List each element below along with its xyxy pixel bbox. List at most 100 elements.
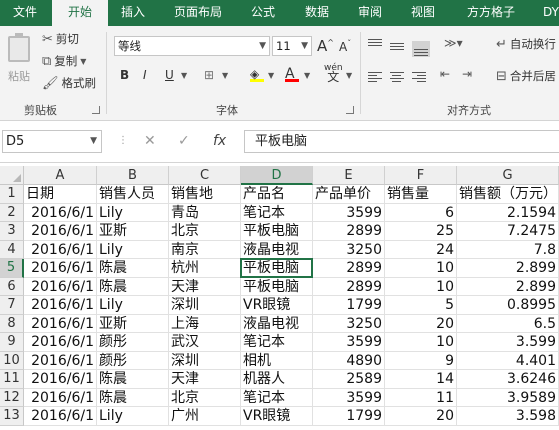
cell-a9[interactable]: 2016/6/1	[24, 333, 97, 352]
wrap-text-button[interactable]: ↵ 自动换行	[496, 36, 556, 52]
fill-color-icon[interactable]: ◈	[250, 67, 264, 82]
cell-c4[interactable]: 南京	[169, 240, 241, 259]
align-middle-icon[interactable]	[390, 41, 404, 52]
cell-b4[interactable]: Lily	[97, 240, 169, 259]
cell-b6[interactable]: 陈晨	[97, 277, 169, 296]
cell-b10[interactable]: 颜彤	[97, 351, 169, 370]
cell-a10[interactable]: 2016/6/1	[24, 351, 97, 370]
cell-d2[interactable]: 笔记本	[241, 203, 313, 222]
phonetic-icon[interactable]: wén 文	[324, 64, 343, 84]
cell-c1[interactable]: 销售地	[169, 185, 241, 204]
cell-a5[interactable]: 2016/6/1	[24, 259, 97, 278]
cell-g8[interactable]: 6.5	[457, 314, 559, 333]
cell-b7[interactable]: Lily	[97, 296, 169, 315]
cell-c3[interactable]: 北京	[169, 222, 241, 241]
cell-a13[interactable]: 2016/6/1	[24, 407, 97, 426]
decrease-indent-icon[interactable]: ⇤	[440, 67, 450, 81]
tab-page-layout[interactable]: 页面布局	[162, 0, 234, 26]
cell-d8[interactable]: 液晶电视	[241, 314, 313, 333]
cell-a2[interactable]: 2016/6/1	[24, 203, 97, 222]
row-header-1[interactable]: 1	[0, 185, 24, 204]
cell-d12[interactable]: 笔记本	[241, 388, 313, 407]
cell-c5[interactable]: 杭州	[169, 259, 241, 278]
cell-e2[interactable]: 3599	[313, 203, 385, 222]
cell-b11[interactable]: 陈晨	[97, 370, 169, 389]
select-all-corner[interactable]	[0, 166, 24, 185]
chevron-down-icon[interactable]: ▼	[346, 71, 352, 80]
cell-f5[interactable]: 10	[385, 259, 457, 278]
cancel-icon[interactable]: ✕	[144, 133, 156, 149]
cell-a7[interactable]: 2016/6/1	[24, 296, 97, 315]
cell-g4[interactable]: 7.8	[457, 240, 559, 259]
increase-font-icon[interactable]: A^	[317, 37, 334, 55]
cell-f2[interactable]: 6	[385, 203, 457, 222]
cell-d13[interactable]: VR眼镜	[241, 407, 313, 426]
cell-e3[interactable]: 2899	[313, 222, 385, 241]
column-header-e[interactable]: E	[313, 166, 385, 185]
paste-button[interactable]: 粘贴	[4, 32, 34, 92]
cell-b1[interactable]: 销售人员	[97, 185, 169, 204]
cell-f8[interactable]: 20	[385, 314, 457, 333]
name-box[interactable]: D5 ▼	[2, 130, 102, 153]
row-header-7[interactable]: 7	[0, 296, 24, 315]
tab-review[interactable]: 审阅	[347, 0, 393, 26]
bold-button[interactable]: B	[120, 68, 129, 82]
cell-g10[interactable]: 4.401	[457, 351, 559, 370]
merge-center-button[interactable]: ⊟ 合并后居	[496, 68, 556, 84]
cell-e5[interactable]: 2899	[313, 259, 385, 278]
decrease-font-icon[interactable]: Aˇ	[339, 39, 351, 54]
cell-c11[interactable]: 天津	[169, 370, 241, 389]
row-header-8[interactable]: 8	[0, 314, 24, 333]
tab-insert[interactable]: 插入	[110, 0, 156, 26]
copy-button[interactable]: ⧉ 复制 ▼	[42, 53, 86, 69]
cell-d10[interactable]: 相机	[241, 351, 313, 370]
row-header-4[interactable]: 4	[0, 240, 24, 259]
cell-d7[interactable]: VR眼镜	[241, 296, 313, 315]
cell-f4[interactable]: 24	[385, 240, 457, 259]
cell-f1[interactable]: 销售量	[385, 185, 457, 204]
font-size-combo[interactable]: 11 ▼	[272, 36, 312, 56]
cell-g7[interactable]: 0.8995	[457, 296, 559, 315]
chevron-down-icon[interactable]: ▼	[222, 71, 228, 80]
cell-a12[interactable]: 2016/6/1	[24, 388, 97, 407]
cell-f6[interactable]: 10	[385, 277, 457, 296]
column-header-b[interactable]: B	[97, 166, 169, 185]
row-header-10[interactable]: 10	[0, 351, 24, 370]
row-header-6[interactable]: 6	[0, 277, 24, 296]
cell-b2[interactable]: Lily	[97, 203, 169, 222]
column-header-g[interactable]: G	[457, 166, 559, 185]
cell-g3[interactable]: 7.2475	[457, 222, 559, 241]
column-header-a[interactable]: A	[24, 166, 97, 185]
cell-f12[interactable]: 11	[385, 388, 457, 407]
enter-icon[interactable]: ✓	[178, 133, 190, 149]
tab-fangfang[interactable]: 方方格子	[454, 0, 528, 26]
tab-home[interactable]: 开始	[52, 0, 108, 26]
cell-g11[interactable]: 3.6246	[457, 370, 559, 389]
cell-a8[interactable]: 2016/6/1	[24, 314, 97, 333]
cell-g9[interactable]: 3.599	[457, 333, 559, 352]
chevron-down-icon[interactable]: ▼	[304, 71, 310, 80]
cell-d11[interactable]: 机器人	[241, 370, 313, 389]
tab-data[interactable]: 数据	[294, 0, 340, 26]
font-color-icon[interactable]: A	[285, 66, 299, 82]
tab-view[interactable]: 视图	[400, 0, 446, 26]
cell-f13[interactable]: 20	[385, 407, 457, 426]
tab-file[interactable]: 文件	[0, 0, 50, 26]
row-header-9[interactable]: 9	[0, 333, 24, 352]
cell-f9[interactable]: 10	[385, 333, 457, 352]
cell-e10[interactable]: 4890	[313, 351, 385, 370]
cell-e1[interactable]: 产品单价	[313, 185, 385, 204]
cut-button[interactable]: ✂ 剪切	[42, 31, 79, 47]
row-header-13[interactable]: 13	[0, 407, 24, 426]
align-left-icon[interactable]	[368, 70, 382, 84]
increase-indent-icon[interactable]: ⇥	[462, 67, 472, 81]
cell-c6[interactable]: 天津	[169, 277, 241, 296]
cell-g2[interactable]: 2.1594	[457, 203, 559, 222]
column-header-c[interactable]: C	[169, 166, 241, 185]
clipboard-launcher-icon[interactable]	[92, 106, 100, 114]
font-launcher-icon[interactable]	[346, 106, 354, 114]
tab-dy[interactable]: DY	[536, 0, 559, 26]
cell-a1[interactable]: 日期	[24, 185, 97, 204]
column-header-f[interactable]: F	[385, 166, 457, 185]
cell-e11[interactable]: 2589	[313, 370, 385, 389]
